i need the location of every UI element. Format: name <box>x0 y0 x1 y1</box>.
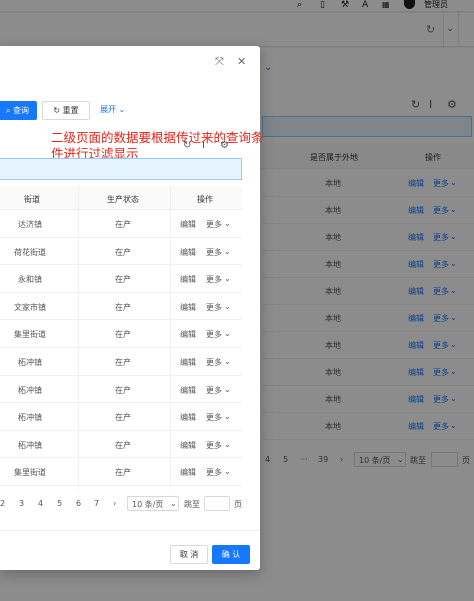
more-link[interactable]: 更多 <box>206 219 222 230</box>
chevron-down-icon[interactable]: ⌄ <box>224 440 231 449</box>
table-row: 文家市镇 在产 编辑 更多 ⌄ <box>0 293 242 321</box>
table-row: 达济镇 在产 编辑 更多 ⌄ <box>0 210 242 238</box>
status-cell: 在产 <box>115 385 131 395</box>
edit-link[interactable]: 编辑 <box>180 302 196 313</box>
status-cell: 在产 <box>115 440 131 450</box>
street-cell: 文家市镇 <box>14 302 46 312</box>
reset-button[interactable]: ↻ 重置 <box>42 101 90 120</box>
density-icon[interactable]: Ι <box>202 140 205 151</box>
more-link[interactable]: 更多 <box>206 412 222 423</box>
page-3[interactable]: 3 <box>19 499 24 508</box>
status-cell: 在产 <box>115 302 131 312</box>
chevron-down-icon[interactable]: ⌄ <box>224 247 231 256</box>
table-row: 柘冲镇 在产 编辑 更多 ⌄ <box>0 403 242 431</box>
table-row: 永和镇 在产 编辑 更多 ⌄ <box>0 265 242 293</box>
edit-link[interactable]: 编辑 <box>180 329 196 340</box>
table-row: 荷花街道 在产 编辑 更多 ⌄ <box>0 238 242 266</box>
table-row: 集里街道 在产 编辑 更多 ⌄ <box>0 458 242 486</box>
close-icon[interactable]: ✕ <box>237 56 246 68</box>
page-4[interactable]: 4 <box>38 499 43 508</box>
table-row: 柘冲镇 在产 编辑 更多 ⌄ <box>0 376 242 404</box>
edit-link[interactable]: 编辑 <box>180 219 196 230</box>
column-header-status: 生产状态 <box>107 195 139 204</box>
table-row: 集里街道 在产 编辑 更多 ⌄ <box>0 320 242 348</box>
status-cell: 在产 <box>115 247 131 257</box>
page-2[interactable]: 2 <box>0 499 5 508</box>
cancel-button[interactable]: 取 消 <box>170 545 208 564</box>
jump-label: 跳至 <box>184 500 200 509</box>
chevron-down-icon[interactable]: ⌄ <box>224 219 231 228</box>
confirm-button[interactable]: 确 认 <box>212 545 250 564</box>
table-row: 柘冲镇 在产 编辑 更多 ⌄ <box>0 348 242 376</box>
reload-icon[interactable]: ↻ <box>183 140 191 151</box>
search-button-label: 查询 <box>13 106 30 115</box>
table-row: 柘冲镇 在产 编辑 更多 ⌄ <box>0 431 242 459</box>
table-header: 街道 生产状态 操作 <box>0 186 242 210</box>
reset-icon: ↻ <box>53 106 63 115</box>
street-cell: 荷花街道 <box>14 247 46 257</box>
status-cell: 在产 <box>115 330 131 340</box>
more-link[interactable]: 更多 <box>206 247 222 258</box>
more-link[interactable]: 更多 <box>206 440 222 451</box>
chevron-down-icon[interactable]: ⌄ <box>224 385 231 394</box>
street-cell: 永和镇 <box>18 275 42 285</box>
street-cell: 柘冲镇 <box>18 385 42 395</box>
street-cell: 达济镇 <box>18 220 42 229</box>
edit-link[interactable]: 编辑 <box>180 412 196 423</box>
page-5[interactable]: 5 <box>57 499 62 508</box>
annotation-note: 二级页面的数据要根据传过来的查询条件进行过滤显示 <box>51 130 264 161</box>
page-size-select[interactable]: 10 条/页 ⌄ <box>127 496 179 511</box>
page-size-value: 10 条/页 <box>132 500 164 509</box>
more-link[interactable]: 更多 <box>206 467 222 478</box>
modal-pagination: 2 3 4 5 6 7 › 10 条/页 ⌄ 跳至 页 <box>0 496 250 512</box>
edit-link[interactable]: 编辑 <box>180 357 196 368</box>
next-page-button[interactable]: › <box>113 499 116 508</box>
filter-modal: ⤧ ✕ ⌕ 查询 ↻ 重置 展开 ⌄ 二级页面的数据要根据传过来的查询条件进行过… <box>0 46 264 570</box>
chevron-down-icon[interactable]: ⌄ <box>224 357 231 366</box>
more-link[interactable]: 更多 <box>206 329 222 340</box>
status-cell: 在产 <box>115 275 131 285</box>
search-icon: ⌕ <box>5 106 14 115</box>
edit-link[interactable]: 编辑 <box>180 440 196 451</box>
settings-icon[interactable]: ⚙ <box>220 140 229 151</box>
fullscreen-icon[interactable]: ⤧ <box>215 56 224 68</box>
selection-alert <box>0 158 242 180</box>
chevron-down-icon[interactable]: ⌄ <box>224 302 231 311</box>
chevron-down-icon: ⌄ <box>118 105 126 114</box>
edit-link[interactable]: 编辑 <box>180 274 196 285</box>
edit-link[interactable]: 编辑 <box>180 385 196 396</box>
expand-toggle[interactable]: 展开 ⌄ <box>100 104 125 115</box>
reset-button-label: 重置 <box>62 106 79 115</box>
chevron-down-icon[interactable]: ⌄ <box>224 274 231 283</box>
street-cell: 集里街道 <box>14 468 46 478</box>
chevron-down-icon: ⌄ <box>170 499 177 508</box>
more-link[interactable]: 更多 <box>206 302 222 313</box>
search-button[interactable]: ⌕ 查询 <box>0 101 37 120</box>
page-unit: 页 <box>234 500 242 509</box>
status-cell: 在产 <box>115 220 131 229</box>
street-cell: 柘冲镇 <box>18 358 42 367</box>
more-link[interactable]: 更多 <box>206 385 222 396</box>
street-cell: 柘冲镇 <box>18 413 42 423</box>
footer-divider <box>0 530 260 531</box>
jump-input[interactable] <box>204 496 230 511</box>
more-link[interactable]: 更多 <box>206 357 222 368</box>
expand-label: 展开 <box>100 105 116 114</box>
column-header-street: 街道 <box>24 195 40 204</box>
page-7[interactable]: 7 <box>94 499 99 508</box>
more-link[interactable]: 更多 <box>206 274 222 285</box>
edit-link[interactable]: 编辑 <box>180 467 196 478</box>
chevron-down-icon[interactable]: ⌄ <box>224 467 231 476</box>
status-cell: 在产 <box>115 358 131 367</box>
edit-link[interactable]: 编辑 <box>180 247 196 258</box>
page-6[interactable]: 6 <box>76 499 81 508</box>
chevron-down-icon[interactable]: ⌄ <box>224 412 231 421</box>
street-cell: 柘冲镇 <box>18 440 42 450</box>
status-cell: 在产 <box>115 468 131 478</box>
street-cell: 集里街道 <box>14 330 46 340</box>
status-cell: 在产 <box>115 413 131 423</box>
chevron-down-icon[interactable]: ⌄ <box>224 329 231 338</box>
column-header-action: 操作 <box>197 195 213 204</box>
